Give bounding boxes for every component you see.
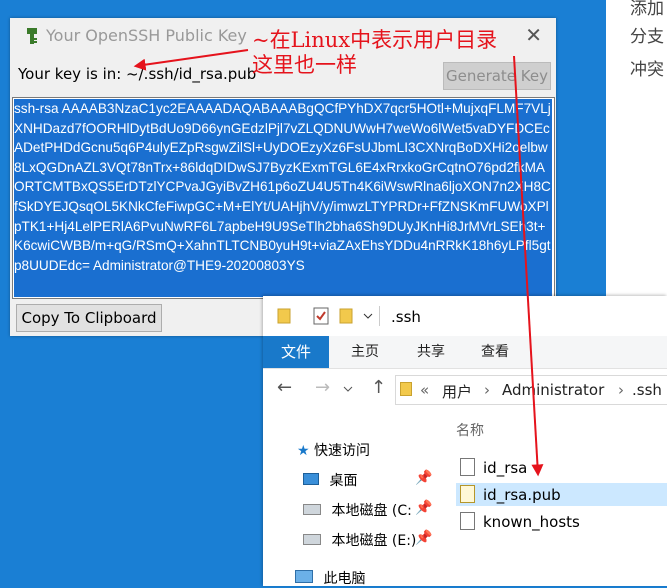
- background-document: 添加 分支 冲突: [606, 0, 667, 300]
- public-key-text: ssh-rsa AAAAB3NzaC1yc2EAAAADAQABAAABgQCf…: [14, 99, 552, 297]
- column-header-name[interactable]: 名称: [456, 420, 484, 440]
- sidebar-item-drive-c[interactable]: 本地磁盘 (C:: [303, 500, 412, 520]
- dialog-title: Your OpenSSH Public Key: [46, 26, 247, 45]
- up-arrow-icon[interactable]: ↑: [371, 377, 386, 398]
- forward-arrow-icon[interactable]: →: [315, 377, 330, 398]
- navigation-bar: ← → ↑ « 用户 › Administrator › .ssh: [263, 369, 667, 409]
- file-icon: [460, 458, 475, 476]
- sidebar-item-drive-e[interactable]: 本地磁盘 (E:): [303, 530, 416, 550]
- sidebar-item-label: 此电脑: [323, 571, 366, 587]
- ribbon-tabs: 文件 主页 共享 查看: [263, 336, 667, 369]
- star-icon: ★: [297, 443, 310, 459]
- explorer-titlebar: .ssh: [263, 296, 667, 336]
- chevron-down-icon[interactable]: [363, 313, 373, 321]
- sidebar-item-this-pc[interactable]: 此电脑: [295, 568, 365, 588]
- breadcrumb-separator[interactable]: ›: [618, 381, 624, 399]
- bg-line: 添加: [630, 0, 664, 19]
- certificate-file-icon: [460, 485, 475, 503]
- explorer-title: .ssh: [391, 308, 421, 326]
- file-explorer-window: .ssh 文件 主页 共享 查看 ← → ↑ « 用户 › Administra…: [263, 296, 667, 588]
- pin-icon: 📌: [415, 530, 433, 546]
- public-key-textarea[interactable]: ssh-rsa AAAAB3NzaC1yc2EAAAADAQABAAABgQCf…: [12, 97, 555, 299]
- breadcrumb-overflow[interactable]: «: [420, 381, 429, 399]
- drive-icon: [303, 534, 321, 545]
- sidebar-item-label: 本地磁盘 (E:): [331, 533, 417, 549]
- recent-chevron-icon[interactable]: [343, 386, 353, 394]
- desktop-icon: [303, 473, 319, 485]
- file-icon: [460, 512, 475, 530]
- file-name: id_rsa: [483, 459, 528, 477]
- address-bar[interactable]: « 用户 › Administrator › .ssh: [395, 375, 667, 405]
- tab-share[interactable]: 共享: [409, 336, 453, 368]
- back-arrow-icon[interactable]: ←: [277, 377, 292, 398]
- bg-line: 分支: [630, 27, 664, 47]
- file-row-selected[interactable]: id_rsa.pub: [456, 483, 667, 506]
- close-icon[interactable]: ✕: [525, 23, 542, 47]
- copy-to-clipboard-button[interactable]: Copy To Clipboard: [16, 304, 162, 332]
- annotation-line-2: 这里也一样: [252, 53, 357, 77]
- file-row[interactable]: id_rsa: [456, 456, 634, 479]
- file-row[interactable]: known_hosts: [456, 510, 634, 533]
- tab-view[interactable]: 查看: [473, 336, 517, 368]
- folder-icon: [400, 382, 412, 396]
- breadcrumb-users[interactable]: 用户: [442, 381, 472, 402]
- bg-line: 冲突: [630, 60, 664, 80]
- pin-icon: 📌: [415, 500, 433, 516]
- sidebar-item-label: 桌面: [329, 473, 358, 489]
- key-location-label: Your key is in: ~/.ssh/id_rsa.pub: [18, 65, 257, 83]
- sidebar-item-label: 快速访问: [314, 443, 371, 459]
- folder-icon: [277, 308, 291, 324]
- file-name: known_hosts: [483, 513, 580, 531]
- tab-home[interactable]: 主页: [343, 336, 387, 368]
- properties-icon[interactable]: [313, 307, 329, 325]
- sidebar-item-label: 本地磁盘 (C:: [331, 503, 412, 519]
- file-name: id_rsa.pub: [483, 486, 561, 504]
- new-folder-icon[interactable]: [339, 308, 353, 324]
- sidebar-item-quick-access[interactable]: ★ 快速访问: [297, 440, 370, 460]
- breadcrumb-ssh[interactable]: .ssh: [632, 381, 662, 399]
- sidebar-item-desktop[interactable]: 桌面: [303, 470, 357, 490]
- titlebar-divider: [379, 306, 380, 326]
- generate-key-button[interactable]: Generate Key: [443, 62, 551, 90]
- breadcrumb-administrator[interactable]: Administrator: [502, 381, 604, 399]
- computer-icon: [295, 570, 313, 583]
- key-app-icon: [27, 28, 37, 44]
- pin-icon: 📌: [415, 470, 433, 486]
- drive-icon: [303, 504, 321, 515]
- tab-file[interactable]: 文件: [263, 336, 329, 368]
- breadcrumb-separator[interactable]: ›: [484, 381, 490, 399]
